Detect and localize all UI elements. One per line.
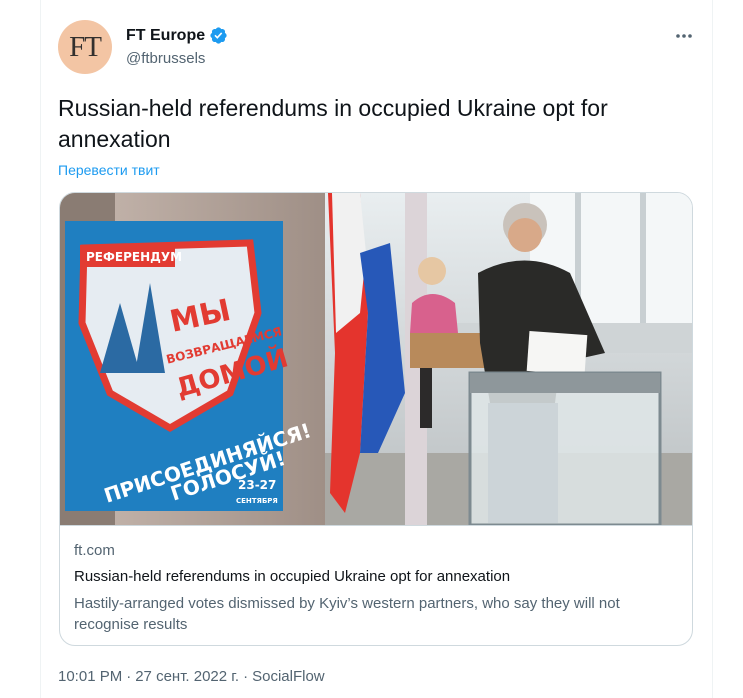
tweet-source[interactable]: SocialFlow <box>252 668 325 685</box>
card-title[interactable]: Russian-held referendums in occupied Ukr… <box>74 568 510 585</box>
poster-dates: 23-27 <box>238 478 276 492</box>
author-handle[interactable]: @ftbrussels <box>126 50 205 67</box>
separator: · <box>126 668 132 685</box>
card-description: Hastily-arranged votes dismissed by Kyiv… <box>74 595 620 633</box>
author-display-name[interactable]: FT Europe <box>126 27 205 45</box>
author-name-row[interactable]: FT Europe <box>126 26 228 45</box>
translate-tweet-link[interactable]: Перевести твит <box>58 162 160 178</box>
tweet-metadata: 10:01 PM · 27 сент. 2022 г. · SocialFlow <box>58 668 325 685</box>
card-domain: ft.com <box>74 542 115 559</box>
timeline-border-right <box>712 0 713 698</box>
tweet-text: Russian-held referendums in occupied Ukr… <box>58 95 608 152</box>
poster-banner-text: РЕФЕРЕНДУМ <box>86 250 182 264</box>
verified-badge-icon <box>209 26 228 45</box>
more-options-icon[interactable] <box>670 22 698 50</box>
avatar[interactable]: FT <box>58 20 112 74</box>
card-divider <box>60 525 692 526</box>
avatar-logo-text: FT <box>69 30 102 63</box>
link-preview-card[interactable]: РЕФЕРЕНДУМ МЫ ВОЗВРАЩАЕМСЯ ДОМОЙ ПРИСОЕД… <box>59 192 693 646</box>
separator: · <box>243 668 249 685</box>
tweet-time[interactable]: 10:01 PM <box>58 668 122 685</box>
card-image[interactable]: РЕФЕРЕНДУМ МЫ ВОЗВРАЩАЕМСЯ ДОМОЙ ПРИСОЕД… <box>60 193 693 525</box>
timeline-border-left <box>40 0 41 698</box>
tweet-date[interactable]: 27 сент. 2022 г. <box>135 668 239 685</box>
poster-month: СЕНТЯБРЯ <box>236 497 278 505</box>
